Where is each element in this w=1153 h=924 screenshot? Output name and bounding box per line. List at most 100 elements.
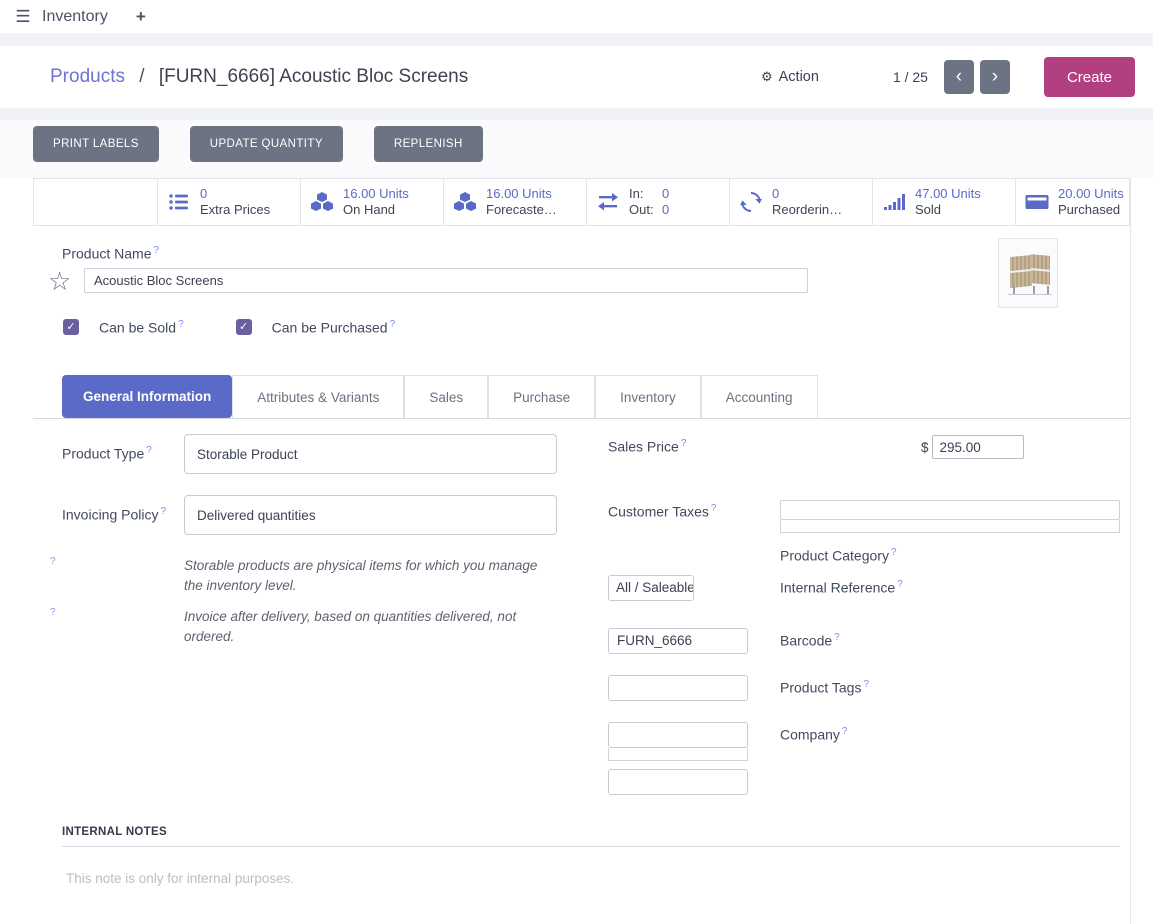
- product-category-label-text: Product Category: [780, 548, 889, 564]
- internal-reference-label: Internal Reference?: [780, 575, 903, 596]
- stat-value: 47.00 Units: [915, 186, 981, 202]
- product-tags-label: Product Tags?: [780, 675, 869, 696]
- product-type-label-text: Product Type: [62, 446, 144, 462]
- invoicing-help-text: Invoice after delivery, based on quantit…: [184, 607, 546, 646]
- stat-button-row: 0Extra Prices 16.00 UnitsOn Hand 16.00 U…: [33, 178, 1130, 226]
- sheet-divider: [1130, 178, 1131, 924]
- stat-value: 0: [200, 186, 270, 202]
- list-icon: [167, 190, 193, 214]
- help-marker: ?: [146, 445, 152, 456]
- create-button[interactable]: Create: [1044, 57, 1135, 97]
- can-be-purchased-checkbox[interactable]: ✓: [236, 319, 252, 335]
- breadcrumb-products-link[interactable]: Products: [50, 66, 125, 87]
- product-tags-input-extra[interactable]: [608, 748, 748, 761]
- product-name-label-text: Product Name: [62, 246, 151, 262]
- action-menu-button[interactable]: ⚙ Action: [761, 69, 819, 85]
- stat-in-out[interactable]: In:0 Out:0: [586, 179, 729, 225]
- tab-general-information[interactable]: General Information: [62, 375, 232, 418]
- tab-purchase[interactable]: Purchase: [488, 375, 595, 418]
- tab-attributes-variants[interactable]: Attributes & Variants: [232, 375, 404, 418]
- stat-label: Extra Prices: [200, 202, 270, 217]
- top-navbar: ☰ Inventory +: [0, 0, 1153, 33]
- stat-on-hand[interactable]: 16.00 UnitsOn Hand: [300, 179, 443, 225]
- customer-taxes-input[interactable]: [780, 500, 1120, 520]
- customer-taxes-input-extra[interactable]: [780, 520, 1120, 533]
- stat-value: 20.00 Units: [1058, 186, 1124, 202]
- stat-label: Reorderin…: [772, 202, 842, 217]
- out-value: 0: [662, 202, 669, 218]
- chevron-left-icon: ‹: [956, 66, 962, 87]
- help-marker: ?: [50, 607, 184, 646]
- company-input[interactable]: [608, 769, 748, 795]
- tab-inventory[interactable]: Inventory: [595, 375, 701, 418]
- action-buttons-band: PRINT LABELS UPDATE QUANTITY REPLENISH: [0, 120, 1153, 178]
- stat-extra-prices[interactable]: 0Extra Prices: [157, 179, 300, 225]
- favorite-star-icon[interactable]: ☆: [48, 268, 84, 294]
- sales-price-label: Sales Price?: [608, 435, 773, 455]
- cubes-icon: [310, 190, 336, 214]
- product-tags-label-text: Product Tags: [780, 679, 861, 695]
- product-name-label: Product Name?: [62, 245, 1048, 262]
- tab-sales[interactable]: Sales: [404, 375, 488, 418]
- gear-icon: ⚙: [761, 69, 773, 85]
- product-category-row: Product Category?: [608, 547, 1122, 564]
- product-category-select[interactable]: All / Saleable: [608, 575, 694, 601]
- print-labels-button[interactable]: PRINT LABELS: [33, 126, 159, 162]
- help-marker: ?: [842, 726, 848, 737]
- notebook-tabs: General Information Attributes & Variant…: [33, 375, 1130, 419]
- product-type-select[interactable]: Storable Product: [184, 434, 557, 474]
- stat-value: 0: [772, 186, 842, 202]
- invoicing-help-block: ? Invoice after delivery, based on quant…: [62, 607, 557, 646]
- stat-label: Sold: [915, 202, 941, 217]
- barcode-input[interactable]: [608, 675, 748, 701]
- customer-taxes-label: Customer Taxes?: [608, 500, 773, 520]
- screen-base: [1008, 294, 1052, 295]
- pager-previous-button[interactable]: ‹: [944, 60, 974, 94]
- product-type-label: Product Type?: [62, 434, 184, 474]
- control-panel: Products / [FURN_6666] Acoustic Bloc Scr…: [0, 46, 1153, 108]
- action-label: Action: [779, 69, 819, 85]
- spacer: [0, 108, 1153, 120]
- stat-value: 16.00 Units: [486, 186, 557, 202]
- invoicing-policy-select[interactable]: Delivered quantities: [184, 495, 557, 535]
- product-name-input[interactable]: [84, 268, 808, 293]
- breadcrumb-separator: /: [139, 66, 144, 87]
- tab-accounting[interactable]: Accounting: [701, 375, 818, 418]
- out-label: Out:: [629, 202, 662, 218]
- can-be-sold-label: Can be Sold?: [99, 319, 184, 336]
- pager-next-button[interactable]: ›: [980, 60, 1010, 94]
- stat-sold[interactable]: 47.00 UnitsSold: [872, 179, 1015, 225]
- storable-help-block: ? Storable products are physical items f…: [62, 556, 557, 595]
- replenish-button[interactable]: REPLENISH: [374, 126, 483, 162]
- internal-reference-input[interactable]: [608, 628, 748, 654]
- can-be-sold-checkbox[interactable]: ✓: [63, 319, 79, 335]
- product-title-block: Product Name? ☆ ✓ Can be Sold? ✓ Can be …: [48, 226, 1048, 335]
- breadcrumb: Products / [FURN_6666] Acoustic Bloc Scr…: [50, 66, 761, 88]
- product-form-sheet: 0Extra Prices 16.00 UnitsOn Hand 16.00 U…: [0, 178, 1153, 924]
- stat-reordering[interactable]: 0Reorderin…: [729, 179, 872, 225]
- in-label: In:: [629, 186, 662, 202]
- hamburger-icon[interactable]: ☰: [10, 7, 36, 27]
- help-marker: ?: [897, 579, 903, 590]
- stat-label: On Hand: [343, 202, 395, 217]
- help-marker: ?: [153, 245, 159, 256]
- stat-purchased[interactable]: 20.00 UnitsPurchased: [1015, 179, 1129, 225]
- can-be-purchased-label: Can be Purchased?: [272, 319, 396, 336]
- internal-reference-label-text: Internal Reference: [780, 579, 895, 595]
- product-image[interactable]: [998, 238, 1058, 308]
- update-quantity-button[interactable]: UPDATE QUANTITY: [190, 126, 343, 162]
- plus-icon[interactable]: +: [136, 7, 146, 27]
- stat-forecasted[interactable]: 16.00 UnitsForecaste…: [443, 179, 586, 225]
- sales-price-input[interactable]: [932, 435, 1024, 459]
- internal-notes-placeholder[interactable]: This note is only for internal purposes.: [66, 871, 1120, 886]
- screen-leg: [1013, 286, 1015, 294]
- stat-empty-cell: [34, 179, 157, 225]
- screen-panel: [1010, 255, 1032, 288]
- screen-panel: [1031, 254, 1050, 285]
- app-name[interactable]: Inventory: [42, 8, 108, 26]
- bar-chart-icon: [882, 190, 908, 214]
- help-marker: ?: [681, 438, 687, 449]
- customer-taxes-row: Customer Taxes?: [608, 500, 1122, 533]
- product-tags-input[interactable]: [608, 722, 748, 748]
- general-information-page: Product Type? Storable Product Invoicing…: [0, 419, 1130, 819]
